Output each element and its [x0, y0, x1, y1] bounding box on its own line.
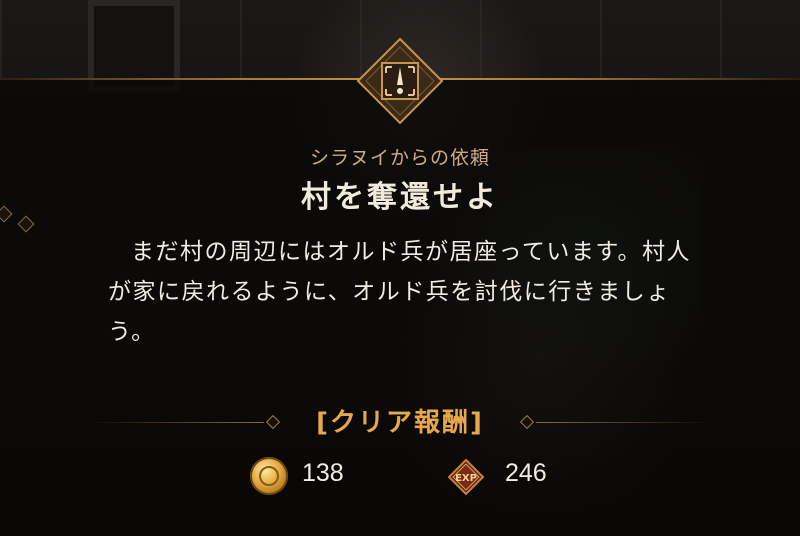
reward-divider-right: [536, 422, 712, 423]
exp-badge-icon: EXP: [447, 458, 485, 496]
exp-reward-value: 246: [505, 459, 547, 487]
quest-title: 村を奪還せよ: [301, 180, 499, 215]
reward-label: [クリア報酬]: [316, 408, 484, 438]
quest-giver: シラヌイからの依頼: [309, 147, 490, 169]
exp-badge-text: EXP: [455, 473, 477, 484]
reward-row: 138 EXP 246: [0, 455, 800, 499]
gold-reward-value: 138: [302, 459, 344, 487]
gold-coin-icon: [250, 457, 288, 495]
quest-description: まだ村の周辺にはオルド兵が居座っています。村人が家に戻れるように、オルド兵を討伐…: [108, 239, 692, 345]
exclamation-icon: [356, 37, 444, 125]
